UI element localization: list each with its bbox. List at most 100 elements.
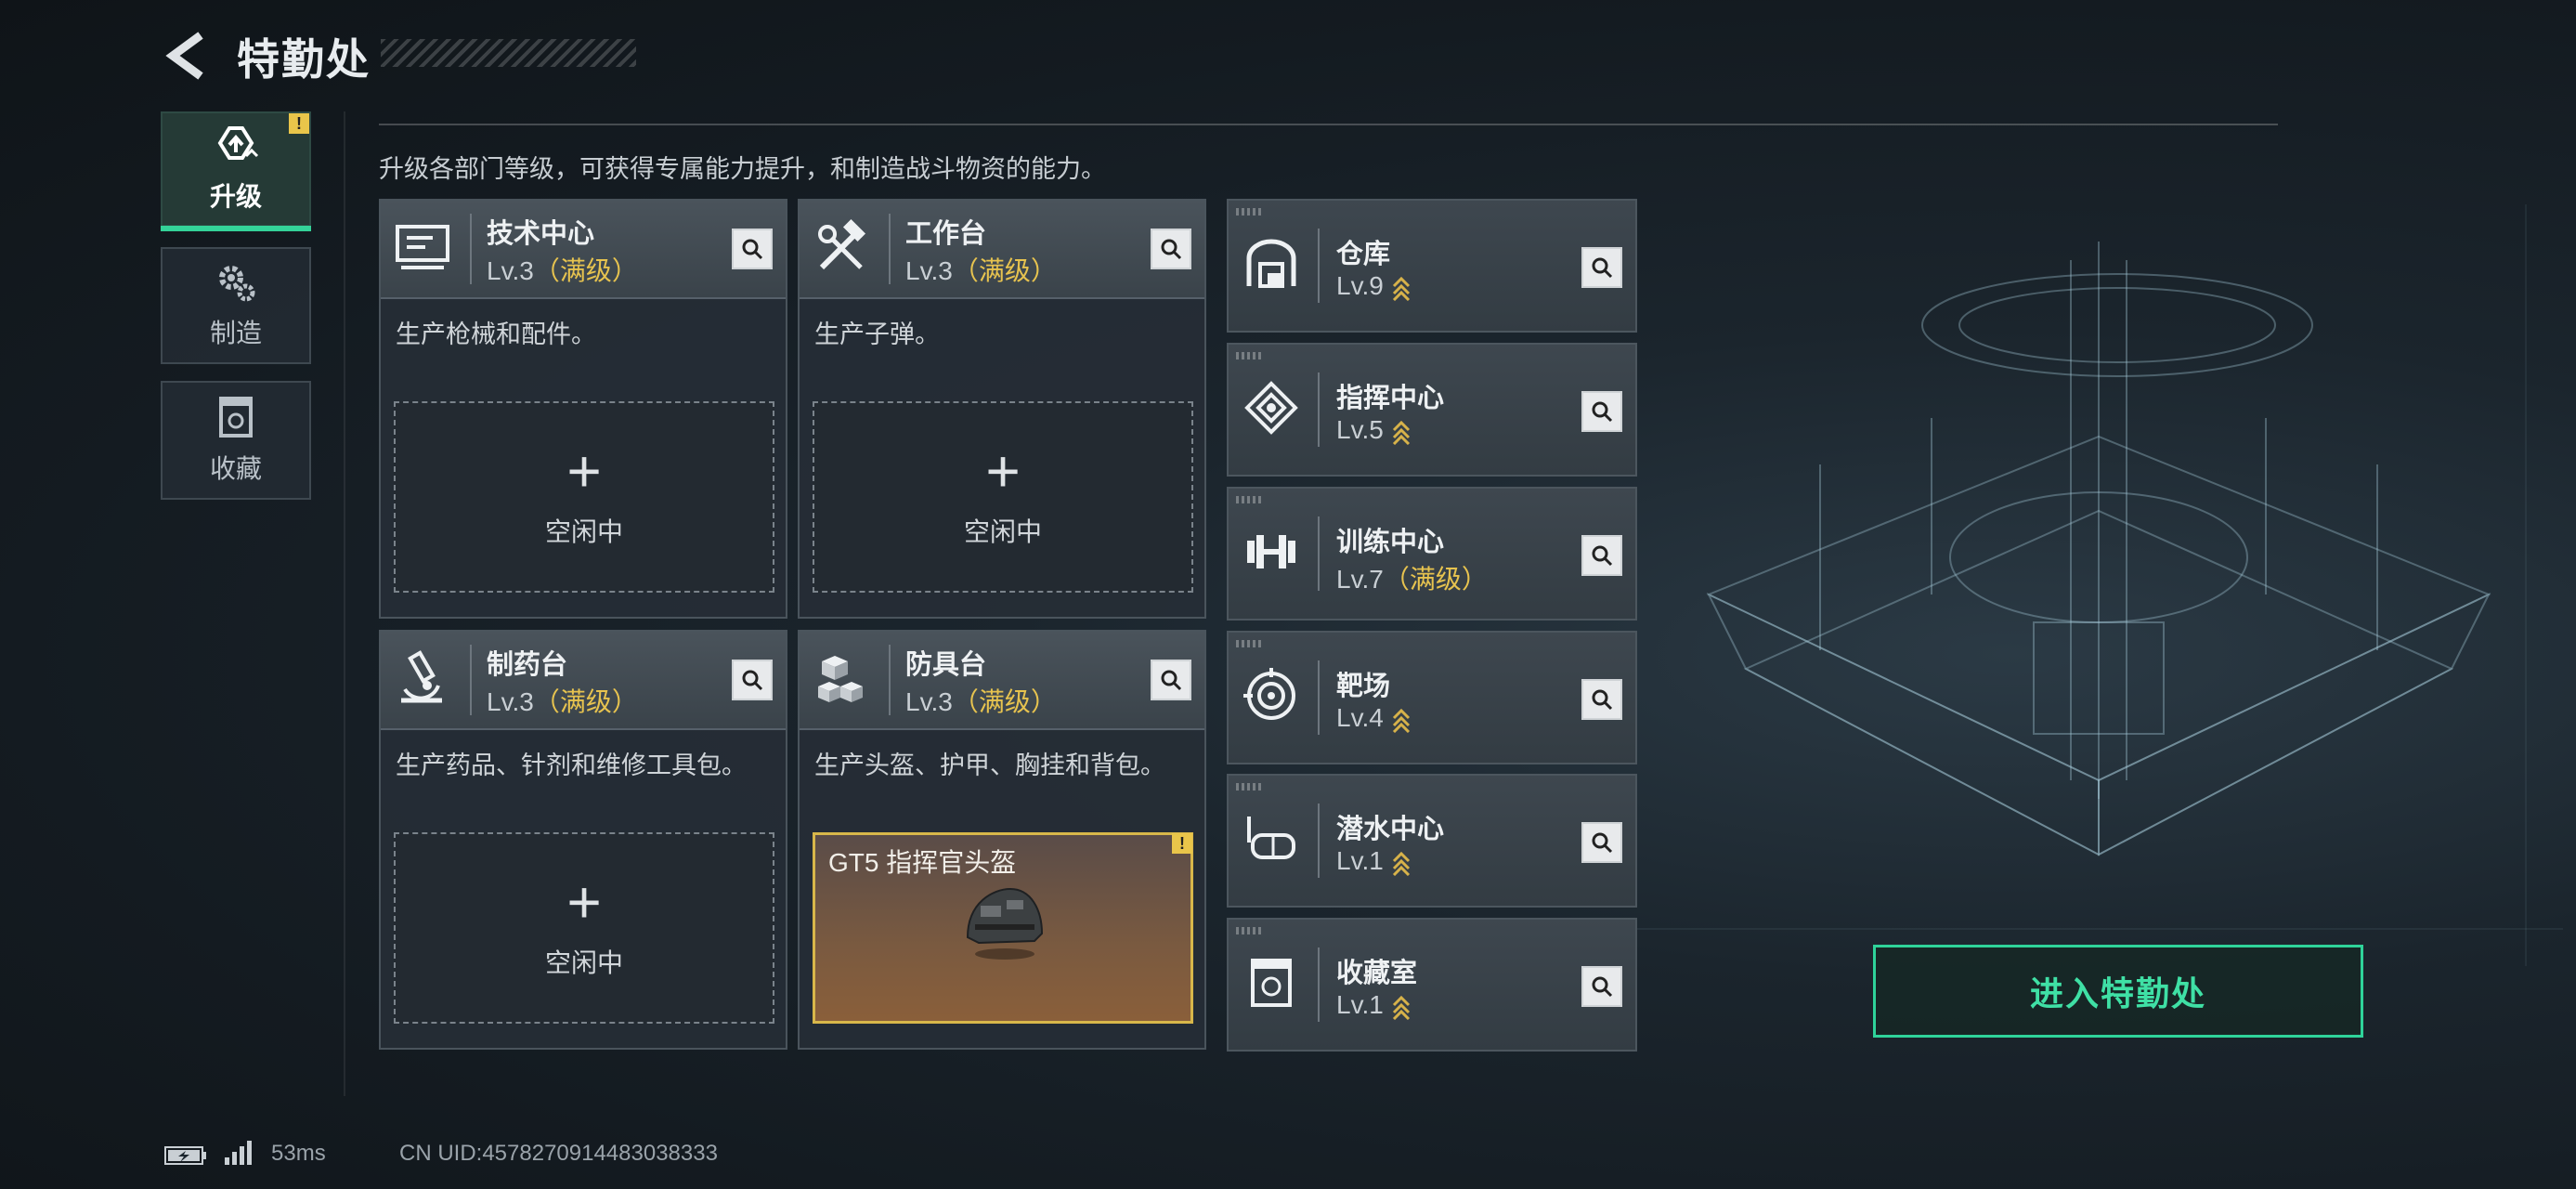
search-icon: [1592, 257, 1613, 279]
separator: [1318, 660, 1320, 735]
separator: [889, 214, 891, 284]
facility-name: 潜水中心: [1336, 815, 1445, 844]
facility-name: 收藏室: [1336, 959, 1418, 988]
search-button[interactable]: [1581, 966, 1622, 1007]
tab-collection[interactable]: 收藏: [161, 381, 311, 500]
facility-name: 防具台: [905, 650, 987, 680]
search-icon: [742, 670, 763, 691]
facility-row-training-center[interactable]: 训练中心 Lv.7（满级）: [1227, 487, 1637, 621]
facility-name: 指挥中心: [1336, 384, 1445, 413]
search-button[interactable]: [1581, 391, 1622, 432]
microscope-icon: [401, 650, 442, 703]
crafting-product-slot[interactable]: GT5 指挥官头盔 !: [813, 832, 1193, 1024]
divider: [379, 124, 2278, 125]
search-icon: [1161, 239, 1182, 260]
search-icon: [1592, 976, 1613, 998]
search-button[interactable]: [732, 229, 773, 269]
upgrade-alert-badge: !: [289, 113, 309, 134]
search-button[interactable]: [1151, 660, 1191, 700]
facility-card-workbench[interactable]: 工作台 Lv.3（满级） 生产子弹。 + 空闲中: [798, 199, 1206, 619]
card-header: 技术中心 Lv.3（满级）: [381, 201, 786, 299]
target-icon: [1243, 668, 1295, 720]
corner-decoration: [1236, 208, 1262, 216]
level-value: Lv.3: [905, 256, 953, 285]
idle-status: 空闲中: [963, 517, 1042, 546]
max-level-label: （满级）: [952, 687, 1057, 716]
card-header: 工作台 Lv.3（满级）: [800, 201, 1204, 299]
search-button[interactable]: [1581, 679, 1622, 720]
back-arrow-icon[interactable]: [160, 28, 215, 84]
add-icon: +: [566, 869, 602, 935]
collection-icon: [219, 397, 253, 438]
active-tab-indicator: [161, 226, 311, 231]
corner-decoration: [1236, 496, 1262, 503]
add-icon: +: [566, 438, 602, 504]
search-button[interactable]: [1151, 229, 1191, 269]
tab-craft[interactable]: 制造: [161, 247, 311, 364]
special-ops-building-illustration: [1634, 204, 2563, 966]
level-value: Lv.3: [487, 256, 534, 285]
command-emblem-icon: [1244, 381, 1298, 435]
facility-row-diving-center[interactable]: 潜水中心 Lv.1: [1227, 774, 1637, 908]
facility-card-tech-center[interactable]: 技术中心 Lv.3（满级） 生产枪械和配件。 + 空闲中: [379, 199, 787, 619]
idle-slot[interactable]: + 空闲中: [813, 401, 1193, 593]
search-icon: [742, 239, 763, 260]
tab-upgrade-label: 升级: [209, 182, 262, 211]
search-icon: [1592, 545, 1613, 567]
facility-description: 生产枪械和配件。: [396, 320, 596, 348]
cubes-icon: [818, 656, 863, 702]
upgrade-available-icon: [1392, 851, 1410, 876]
divider: [344, 111, 345, 1096]
page-title: 特勤处: [237, 35, 371, 84]
corner-decoration: [1236, 640, 1262, 647]
facility-level: Lv.9: [1336, 271, 1412, 301]
separator: [889, 645, 891, 715]
facility-row-shooting-range[interactable]: 靶场 Lv.4: [1227, 631, 1637, 764]
title-decoration: [381, 39, 636, 67]
level-value: Lv.1: [1336, 990, 1384, 1019]
user-uid: CN UID:4578270914483038333: [399, 1141, 718, 1166]
upgrade-available-icon: [1392, 276, 1410, 301]
facility-level: Lv.1: [1336, 846, 1412, 876]
corner-decoration: [1236, 352, 1262, 359]
facility-row-warehouse[interactable]: 仓库 Lv.9: [1227, 199, 1637, 333]
facility-name: 工作台: [905, 219, 987, 249]
product-name: GT5 指挥官头盔: [828, 848, 1017, 877]
idle-slot[interactable]: + 空闲中: [394, 832, 774, 1024]
facility-name: 靶场: [1336, 672, 1391, 701]
facility-name: 训练中心: [1336, 528, 1445, 557]
facility-level: Lv.3（满级）: [487, 251, 638, 288]
corner-decoration: [1236, 783, 1262, 790]
battery-charging-icon: [164, 1146, 206, 1165]
warehouse-icon: [1246, 239, 1296, 288]
facility-card-pharmacy[interactable]: 制药台 Lv.3（满级） 生产药品、针剂和维修工具包。 + 空闲中: [379, 630, 787, 1050]
tab-craft-label: 制造: [209, 319, 262, 347]
facility-card-armor-bench[interactable]: 防具台 Lv.3（满级） 生产头盔、护甲、胸挂和背包。 GT5 指挥官头盔 !: [798, 630, 1206, 1050]
idle-status: 空闲中: [544, 948, 623, 977]
facility-level: Lv.7（满级）: [1336, 559, 1488, 596]
card-header: 制药台 Lv.3（满级）: [381, 632, 786, 730]
upgrade-icon: [217, 126, 259, 160]
max-level-label: （满级）: [533, 256, 638, 285]
search-button[interactable]: [1581, 822, 1622, 863]
search-button[interactable]: [732, 660, 773, 700]
max-level-label: （满级）: [952, 256, 1057, 285]
search-icon: [1592, 401, 1613, 423]
idle-slot[interactable]: + 空闲中: [394, 401, 774, 593]
idle-status: 空闲中: [544, 517, 623, 546]
facility-level: Lv.1: [1336, 990, 1412, 1020]
facility-row-collection-room[interactable]: 收藏室 Lv.1: [1227, 918, 1637, 1052]
facility-name: 技术中心: [487, 219, 595, 249]
facility-row-command-center[interactable]: 指挥中心 Lv.5: [1227, 343, 1637, 477]
facility-level: Lv.3（满级）: [905, 682, 1057, 719]
search-button[interactable]: [1581, 247, 1622, 288]
facility-name: 仓库: [1336, 240, 1391, 269]
level-value: Lv.3: [905, 687, 953, 716]
level-value: Lv.4: [1336, 703, 1384, 732]
separator: [1318, 229, 1320, 303]
level-value: Lv.9: [1336, 271, 1384, 300]
enter-special-ops-button[interactable]: 进入特勤处: [1873, 945, 2363, 1038]
upgrade-available-icon: [1392, 995, 1410, 1020]
facility-name: 制药台: [487, 650, 568, 680]
search-button[interactable]: [1581, 535, 1622, 576]
